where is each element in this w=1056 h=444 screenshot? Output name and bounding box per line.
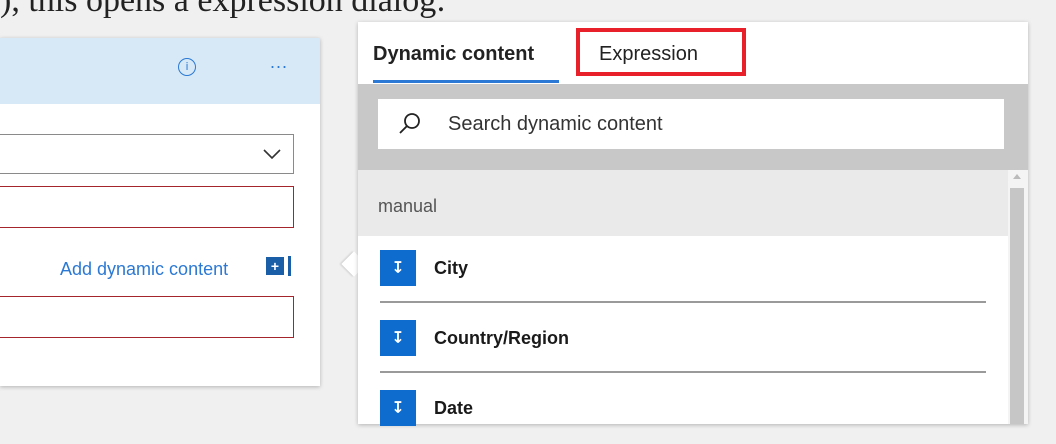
search-input[interactable]	[448, 99, 948, 149]
manual-trigger-icon: ↧	[380, 320, 416, 356]
parameter-input-field-2[interactable]	[0, 296, 294, 338]
dynamic-content-panel: Dynamic content Expression manual ↧ City…	[358, 22, 1028, 426]
scrollbar-thumb[interactable]	[1010, 188, 1024, 424]
text-cursor	[288, 256, 291, 276]
list-item-label: Date	[434, 398, 474, 418]
tab-dynamic-content[interactable]: Dynamic content	[373, 43, 534, 66]
chevron-down-icon	[263, 149, 281, 160]
parameter-dropdown[interactable]	[0, 134, 294, 174]
divider	[380, 301, 986, 303]
list-item-date[interactable]: ↧ Date	[380, 376, 986, 444]
list-item-label: Country/Region	[434, 328, 569, 348]
add-dynamic-content-plus-icon[interactable]: +	[266, 257, 284, 275]
list-item-country-region[interactable]: ↧ Country/Region	[380, 306, 986, 374]
divider	[380, 371, 986, 373]
manual-trigger-icon: ↧	[380, 250, 416, 286]
scroll-up-arrow-icon[interactable]	[1013, 174, 1021, 179]
search-box[interactable]	[378, 99, 1004, 149]
expression-tab-highlight	[576, 28, 746, 76]
section-label: manual	[378, 196, 438, 216]
section-header-manual: manual	[358, 170, 1008, 236]
search-icon	[399, 113, 420, 134]
action-card: i ... Add dynamic content +	[0, 38, 320, 386]
scrollbar[interactable]	[1008, 170, 1028, 424]
active-tab-indicator	[373, 80, 559, 83]
parameter-input-field[interactable]	[0, 186, 294, 228]
more-options-button[interactable]: ...	[270, 52, 288, 73]
info-icon[interactable]: i	[178, 58, 196, 76]
list-item-label: City	[434, 258, 469, 278]
action-card-header: i ...	[0, 38, 320, 104]
add-dynamic-content-link[interactable]: Add dynamic content	[60, 259, 228, 280]
list-item-city[interactable]: ↧ City	[380, 236, 986, 304]
manual-trigger-icon: ↧	[380, 390, 416, 426]
background-caption-text: ), this opens a expression dialog:	[0, 0, 446, 19]
